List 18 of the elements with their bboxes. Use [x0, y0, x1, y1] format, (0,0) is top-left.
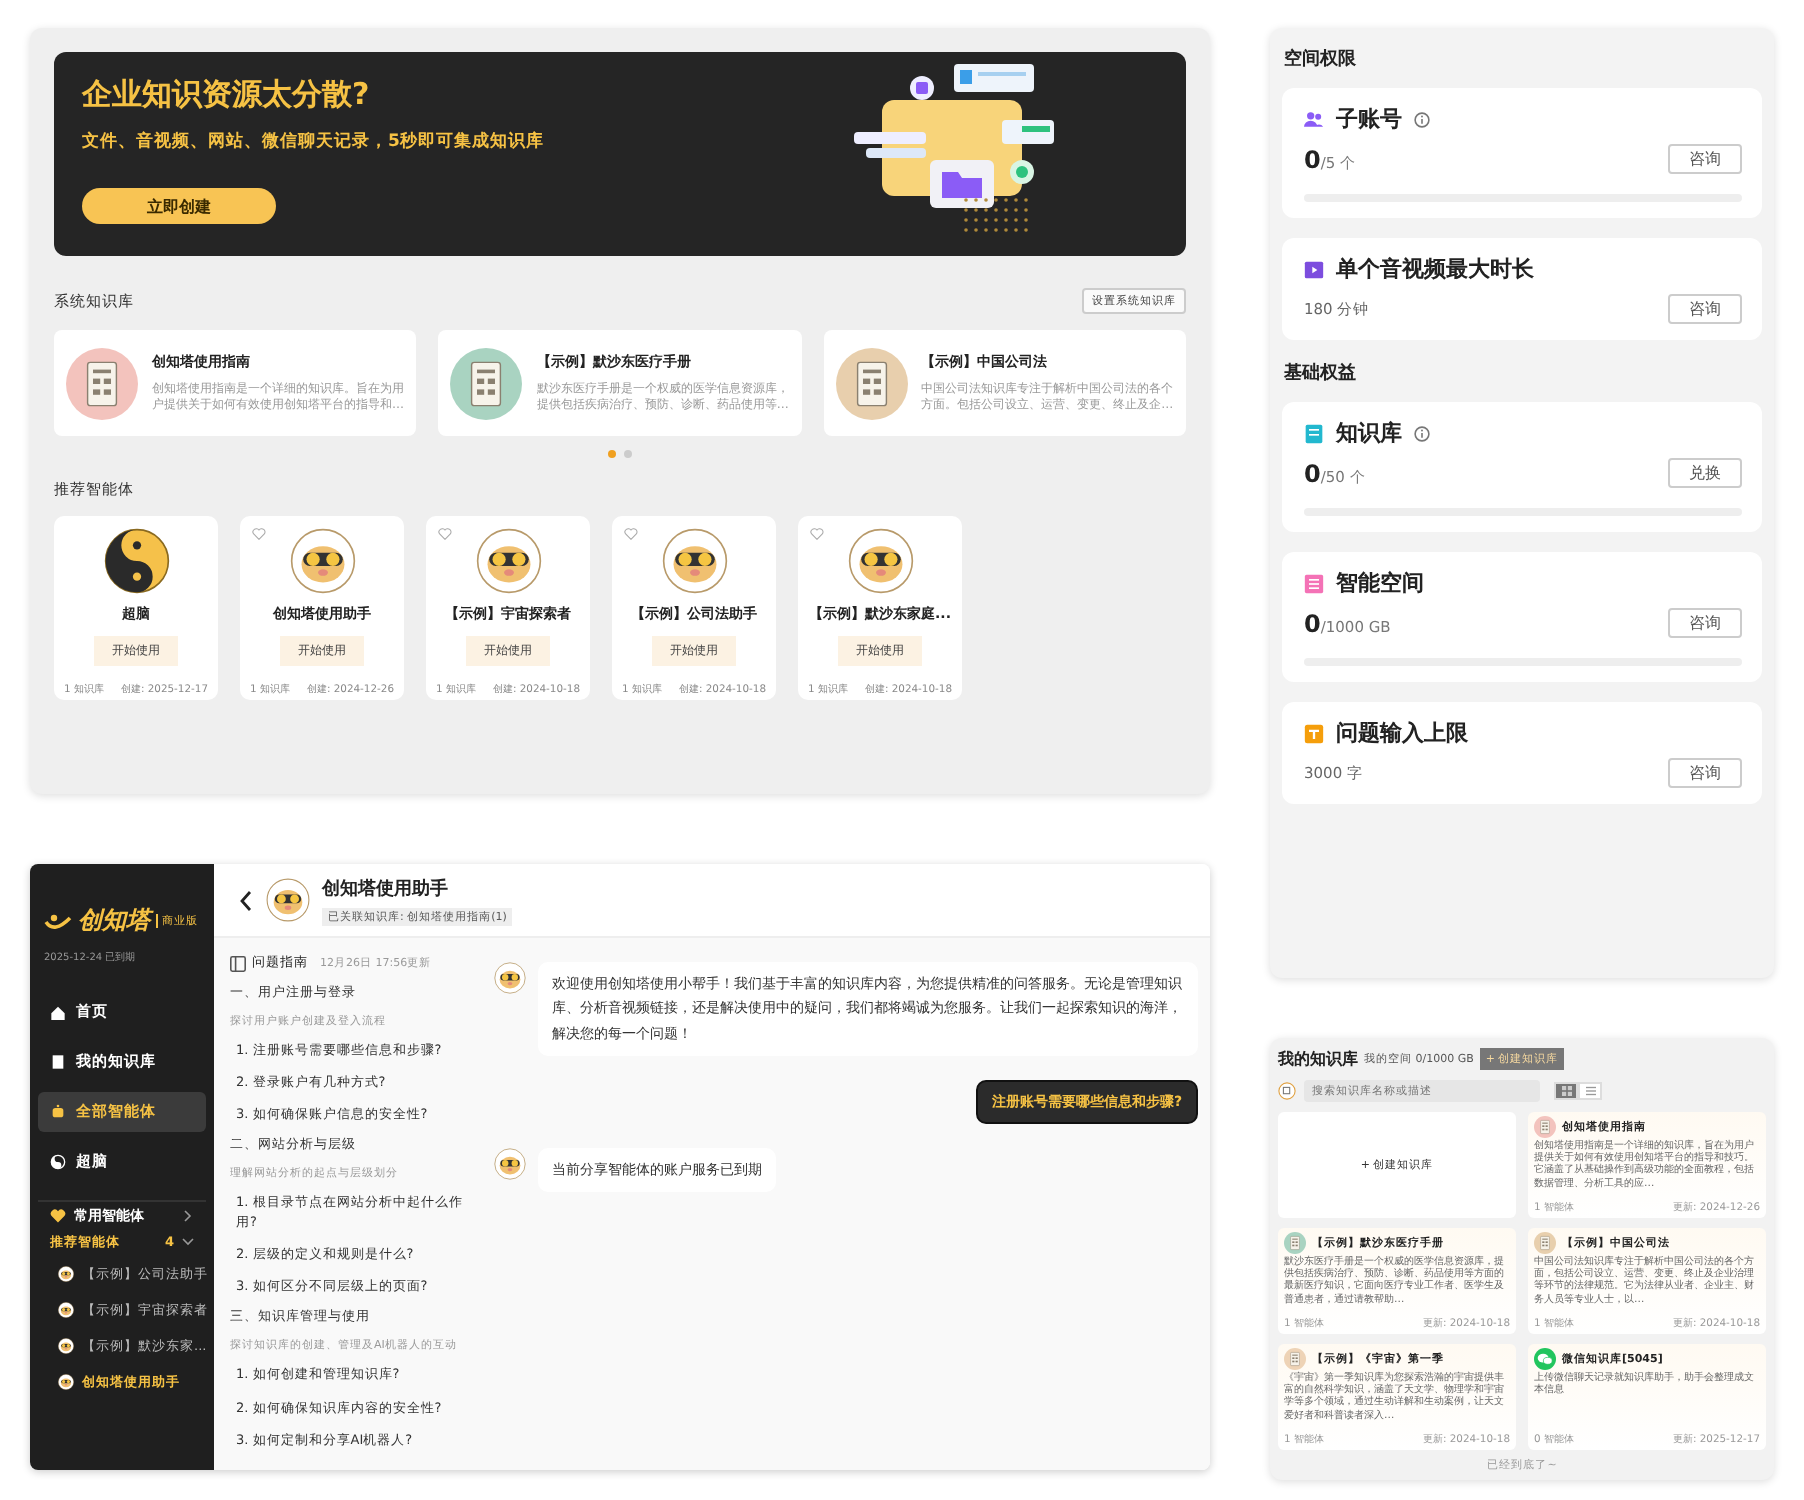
- section-title: 基础权益: [1284, 360, 1358, 386]
- quota-action-button[interactable]: 咨询: [1668, 294, 1742, 324]
- chat-title: 创知塔使用助手: [322, 876, 450, 901]
- banner-subtitle: 文件、音视频、网站、微信聊天记录，5秒即可集成知识库: [82, 130, 544, 154]
- quota-action-button[interactable]: 咨询: [1668, 608, 1742, 638]
- create-button[interactable]: 立即创建: [82, 188, 276, 224]
- quota-action-button[interactable]: 咨询: [1668, 144, 1742, 174]
- quota-label: 单个音视频最大时长: [1336, 254, 1534, 284]
- quota-label: 问题输入上限: [1336, 718, 1468, 748]
- panel-title: 我的知识库: [1278, 1048, 1358, 1070]
- banner-title: 企业知识资源太分散?: [82, 76, 372, 114]
- quota-label: 知识库: [1336, 418, 1402, 448]
- quota-label: 子账号: [1336, 104, 1402, 134]
- section-title: 空间权限: [1284, 46, 1358, 72]
- logo-text: 创知塔: [78, 904, 150, 938]
- quota-action-button[interactable]: 兑换: [1668, 458, 1742, 488]
- quota-label: 智能空间: [1336, 568, 1424, 598]
- quota-action-button[interactable]: 咨询: [1668, 758, 1742, 788]
